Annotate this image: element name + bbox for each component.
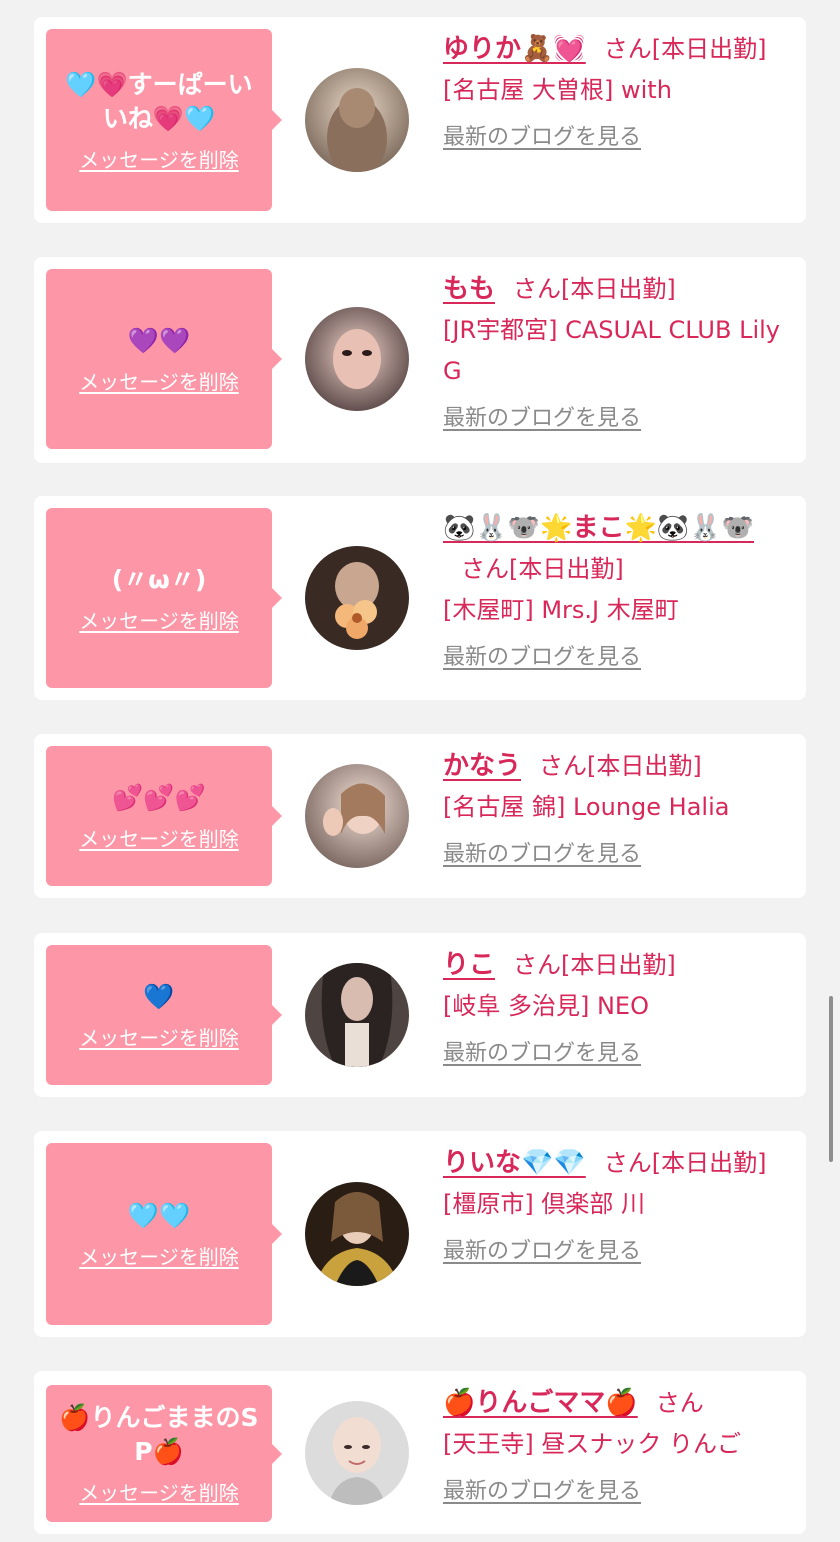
cast-name-link[interactable]: かなう — [443, 751, 521, 781]
message-text: 🩵🩵 — [127, 1200, 191, 1230]
message-text: 💜💜 — [127, 325, 191, 355]
avatar[interactable] — [305, 963, 409, 1067]
list-item: 💜💜 メッセージを削除 もも さん[本日出勤] [JR宇都宮] CASUAL CL… — [34, 257, 806, 463]
message-bubble: 🍎りんごままのSP🍎 メッセージを削除 — [46, 1385, 282, 1522]
scrollbar[interactable] — [829, 996, 833, 1162]
cast-name-link[interactable]: りいな💎💎 — [443, 1148, 586, 1178]
avatar[interactable] — [305, 1182, 409, 1286]
cast-name-link[interactable]: りこ — [443, 950, 495, 980]
avatar[interactable] — [305, 546, 409, 650]
avatar[interactable] — [305, 1401, 409, 1505]
cast-status: さん[本日出勤] — [603, 1149, 767, 1177]
shop-name: [JR宇都宮] CASUAL CLUB Lily G — [443, 316, 781, 385]
cast-info: かなう さん[本日出勤] [名古屋 錦] Lounge Halia 最新のブログを… — [443, 746, 783, 875]
cast-status: さん — [655, 1389, 704, 1417]
cast-info: りこ さん[本日出勤] [岐阜 多治見] NEO 最新のブログを見る — [443, 945, 783, 1074]
list-item: 💙 メッセージを削除 りこ さん[本日出勤] [岐阜 多治見] NEO 最新のブロ… — [34, 933, 806, 1097]
shop-name: [橿原市] 倶楽部 川 — [443, 1190, 645, 1218]
cast-name-link[interactable]: 🐼🐰🐨🌟まこ🌟🐼🐰🐨 — [443, 513, 754, 543]
list-item: 🩵🩵 メッセージを削除 りいな💎💎 さん[本日出勤] [橿原市] 倶楽部 川 最新… — [34, 1131, 806, 1337]
cast-status: さん[本日出勤] — [513, 275, 676, 303]
shop-name: [名古屋 錦] Lounge Halia — [443, 793, 730, 821]
delete-message-link[interactable]: メッセージを削除 — [79, 823, 239, 852]
message-text: 🍎りんごままのSP🍎 — [59, 1403, 259, 1466]
message-text: 💙 — [143, 981, 175, 1011]
latest-blog-link[interactable]: 最新のブログを見る — [443, 1471, 641, 1512]
message-bubble: 💕💕💕 メッセージを削除 — [46, 746, 282, 886]
message-bubble: 💙 メッセージを削除 — [46, 945, 282, 1085]
avatar[interactable] — [305, 307, 409, 411]
latest-blog-link[interactable]: 最新のブログを見る — [443, 834, 641, 875]
latest-blog-link[interactable]: 最新のブログを見る — [443, 1033, 641, 1074]
delete-message-link[interactable]: メッセージを削除 — [79, 1477, 239, 1506]
message-bubble: 💜💜 メッセージを削除 — [46, 269, 282, 449]
list-item: 🩵💗すーぱーいいね💗🩵 メッセージを削除 ゆりか🧸💓 さん[本日出勤] [名古屋 … — [34, 17, 806, 223]
message-bubble: 🩵💗すーぱーいいね💗🩵 メッセージを削除 — [46, 29, 282, 211]
latest-blog-link[interactable]: 最新のブログを見る — [443, 398, 641, 439]
cast-name-link[interactable]: ゆりか🧸💓 — [443, 34, 586, 64]
cast-status: さん[本日出勤] — [603, 35, 767, 63]
cast-info: もも さん[本日出勤] [JR宇都宮] CASUAL CLUB Lily G 最新… — [443, 269, 783, 439]
list-item: 💕💕💕 メッセージを削除 かなう さん[本日出勤] [名古屋 錦] Lounge … — [34, 734, 806, 898]
latest-blog-link[interactable]: 最新のブログを見る — [443, 637, 641, 678]
cast-status: さん[本日出勤] — [461, 555, 624, 583]
message-bubble: 🩵🩵 メッセージを削除 — [46, 1143, 282, 1325]
cast-info: ゆりか🧸💓 さん[本日出勤] [名古屋 大曽根] with 最新のブログを見る — [443, 29, 783, 158]
cast-info: りいな💎💎 さん[本日出勤] [橿原市] 倶楽部 川 最新のブログを見る — [443, 1143, 783, 1272]
delete-message-link[interactable]: メッセージを削除 — [79, 1022, 239, 1051]
message-text: 💕💕💕 — [112, 782, 206, 812]
message-text: 🩵💗すーぱーいいね💗🩵 — [65, 69, 253, 133]
shop-name: [岐阜 多治見] NEO — [443, 992, 649, 1020]
message-text: (〃ω〃) — [111, 564, 207, 594]
cast-status: さん[本日出勤] — [539, 752, 702, 780]
delete-message-link[interactable]: メッセージを削除 — [79, 144, 239, 173]
latest-blog-link[interactable]: 最新のブログを見る — [443, 1231, 641, 1272]
cast-name-link[interactable]: 🍎りんごママ🍎 — [443, 1388, 638, 1418]
cast-status: さん[本日出勤] — [513, 951, 676, 979]
avatar[interactable] — [305, 764, 409, 868]
list-item: 🍎りんごままのSP🍎 メッセージを削除 🍎りんごママ🍎 さん [天王寺] 昼スナッ… — [34, 1371, 806, 1534]
shop-name: [木屋町] Mrs.J 木屋町 — [443, 596, 679, 624]
shop-name: [名古屋 大曽根] with — [443, 76, 672, 104]
delete-message-link[interactable]: メッセージを削除 — [79, 1241, 239, 1270]
avatar[interactable] — [305, 68, 409, 172]
cast-name-link[interactable]: もも — [443, 274, 495, 304]
delete-message-link[interactable]: メッセージを削除 — [79, 605, 239, 634]
delete-message-link[interactable]: メッセージを削除 — [79, 366, 239, 395]
latest-blog-link[interactable]: 最新のブログを見る — [443, 117, 641, 158]
shop-name: [天王寺] 昼スナック りんご — [443, 1430, 741, 1458]
cast-info: 🍎りんごママ🍎 さん [天王寺] 昼スナック りんご 最新のブログを見る — [443, 1383, 783, 1512]
cast-info: 🐼🐰🐨🌟まこ🌟🐼🐰🐨 さん[本日出勤] [木屋町] Mrs.J 木屋町 最新のブロ… — [443, 508, 783, 678]
list-item: (〃ω〃) メッセージを削除 🐼🐰🐨🌟まこ🌟🐼🐰🐨 さん[本日出勤] [木屋町] … — [34, 496, 806, 700]
message-bubble: (〃ω〃) メッセージを削除 — [46, 508, 282, 688]
